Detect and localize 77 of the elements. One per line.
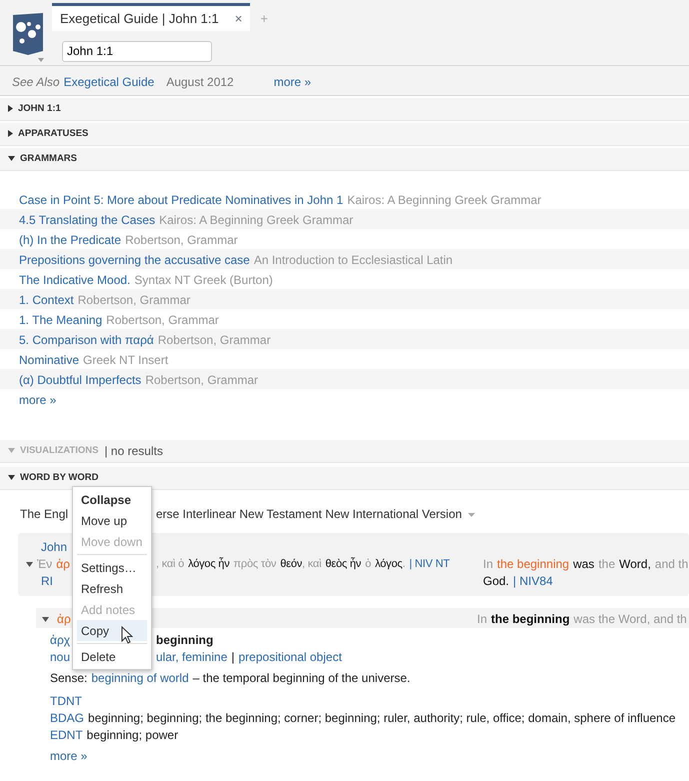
word-token[interactable]: the beginning: [497, 557, 570, 571]
tab[interactable]: Exegetical Guide | John 1:1 ×: [52, 3, 250, 31]
word-token[interactable]: ἀρ: [56, 557, 70, 571]
source-label: An Introduction to Ecclesiastical Latin: [254, 253, 453, 267]
source-label: Robertson, Grammar: [145, 373, 258, 387]
menu-item[interactable]: Refresh: [77, 578, 147, 599]
see-also-label: See Also: [12, 74, 60, 88]
word-token[interactable]: θεόν: [280, 558, 302, 570]
source-label: Robertson, Grammar: [125, 233, 238, 247]
expand-arrow-icon[interactable]: [8, 103, 13, 115]
version-label[interactable]: erse Interlinear New Testament New International Version: [156, 505, 462, 523]
gloss-label: beginning: [156, 632, 214, 649]
menu-item[interactable]: Collapse: [77, 489, 147, 510]
sense-label: Sense:: [50, 671, 88, 685]
grammar-link[interactable]: 5. Comparison with παρά: [19, 333, 154, 347]
section-header[interactable]: JOHN 1:1: [0, 98, 689, 121]
source-label: Greek NT Insert: [83, 353, 168, 367]
source-label: Robertson, Grammar: [106, 313, 219, 327]
mouse-cursor-icon: [121, 626, 133, 644]
app-logo-icon[interactable]: [10, 11, 46, 63]
source-label: Syntax NT Greek (Burton): [134, 273, 273, 287]
grammar-link[interactable]: 1. Context: [19, 293, 74, 307]
role-link[interactable]: prepositional object: [238, 649, 342, 666]
more-link[interactable]: more »: [50, 749, 88, 763]
separator-label: |: [231, 649, 234, 666]
word-token[interactable]: God.: [483, 574, 510, 588]
source-label: Robertson, Grammar: [78, 293, 190, 307]
grammar-link[interactable]: 4.5 Translating the Cases: [19, 213, 156, 227]
reference-field[interactable]: John 1:1: [62, 40, 212, 62]
see-also-link[interactable]: Exegetical Guide: [64, 73, 154, 88]
collapse-arrow-icon[interactable]: [26, 562, 33, 568]
grammar-link[interactable]: Nominative: [19, 353, 80, 367]
version-link[interactable]: RI: [41, 574, 53, 588]
menu-item[interactable]: Move up: [77, 510, 147, 531]
expand-arrow-icon[interactable]: [8, 128, 13, 140]
collapse-arrow-icon[interactable]: [42, 617, 49, 622]
menu-item[interactable]: Delete: [77, 646, 147, 667]
section-header[interactable]: WORD BY WORD: [0, 467, 689, 490]
lexicon-link[interactable]: TDNT: [50, 694, 82, 708]
lexicon-gloss: beginning; beginning; the beginning; corner; beginning; ruler, authority; rule, office; domain, sphere of influence: [88, 711, 676, 725]
source-label: Kairos: A Beginning Greek Grammar: [159, 213, 354, 227]
date-label: August 2012: [166, 74, 234, 88]
word-token[interactable]: θεὸς ἦν: [325, 558, 362, 570]
menu-item[interactable]: Copy: [77, 620, 147, 641]
close-button[interactable]: ×: [234, 8, 242, 28]
more-link[interactable]: more »: [274, 73, 312, 88]
no-results-label: | no results: [104, 443, 163, 460]
lemma-label[interactable]: ἀρ: [57, 610, 71, 626]
grammar-link[interactable]: The Indicative Mood.: [19, 273, 130, 287]
grammar-link[interactable]: (α) Doubtful Imperfects: [19, 373, 142, 387]
lexicon-link[interactable]: EDNT: [50, 728, 83, 742]
version-label[interactable]: The Engl: [20, 505, 68, 523]
verse-reference-link[interactable]: John: [41, 540, 68, 554]
grammar-link[interactable]: Case in Point 5: More about Predicate Nominatives in John 1: [19, 193, 344, 207]
source-label: Robertson, Grammar: [158, 333, 271, 347]
section-header[interactable]: APPARATUSES: [0, 123, 689, 146]
word-token[interactable]: the beginning: [491, 612, 570, 626]
menu-item[interactable]: Settings…: [77, 557, 147, 578]
sense-definition: – the temporal beginning of the universe.: [192, 671, 410, 685]
version-link[interactable]: | NIV84: [513, 574, 553, 588]
lexicon-gloss: beginning; power: [86, 728, 178, 742]
word-token[interactable]: Word,: [619, 557, 651, 571]
version-link[interactable]: | NIV NT: [409, 558, 450, 570]
lexicon-link[interactable]: BDAG: [50, 711, 84, 725]
grammar-link[interactable]: 1. The Meaning: [19, 313, 102, 327]
grammar-link[interactable]: (h) In the Predicate: [19, 233, 122, 247]
grammar-link[interactable]: Prepositions governing the accusative case: [19, 253, 250, 267]
source-label: Kairos: A Beginning Greek Grammar: [347, 193, 542, 207]
word-token[interactable]: was: [573, 557, 594, 571]
sense-link[interactable]: beginning of world: [91, 671, 189, 685]
more-link[interactable]: more »: [19, 393, 56, 407]
word-token[interactable]: λόγος: [374, 558, 402, 570]
word-token[interactable]: λόγος ἦν: [188, 558, 230, 570]
lemma-link[interactable]: ἀρχ: [50, 632, 70, 649]
section-header[interactable]: GRAMMARS: [0, 148, 689, 171]
morphology-link[interactable]: ular, feminine: [156, 649, 228, 666]
morphology-link[interactable]: nou: [50, 649, 70, 666]
